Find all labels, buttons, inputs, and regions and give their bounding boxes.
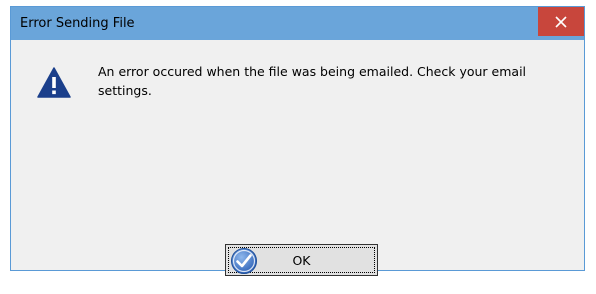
ok-button[interactable]: OK: [225, 244, 378, 276]
warning-triangle-icon: [37, 67, 71, 98]
ok-button-label: OK: [292, 253, 311, 268]
error-dialog: Error Sending File An error occured when…: [10, 6, 585, 276]
close-button[interactable]: [538, 7, 584, 36]
dialog-title: Error Sending File: [20, 16, 135, 31]
dialog-titlebar[interactable]: Error Sending File: [11, 7, 584, 40]
close-icon: [555, 15, 567, 28]
error-message: An error occured when the file was being…: [98, 64, 527, 98]
dialog-body: An error occured when the file was being…: [11, 40, 584, 276]
